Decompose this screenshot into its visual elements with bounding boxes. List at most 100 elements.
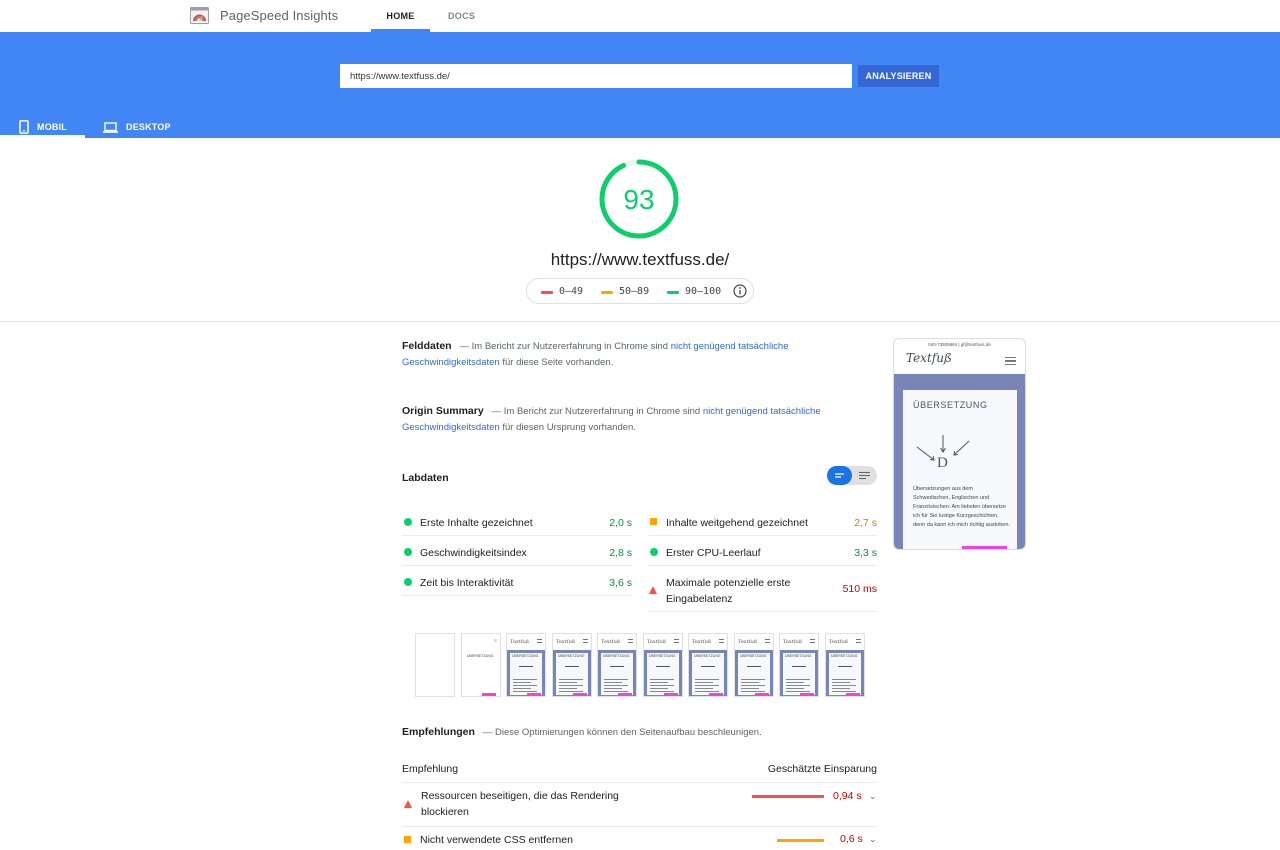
origin-summary-section: Origin Summary — Im Bericht zur Nutzerer…	[402, 403, 832, 436]
metric-value: 3,6 s	[609, 577, 632, 589]
hamburger-menu-icon	[719, 639, 724, 643]
hamburger-menu-icon	[537, 639, 542, 643]
filmstrip-frame: Textfuß ÜBERSETZUNG	[825, 633, 865, 697]
thumb-heading: ÜBERSETZUNG	[467, 654, 494, 658]
brand-title: PageSpeed Insights	[220, 8, 339, 23]
url-input[interactable]	[340, 64, 852, 88]
analyze-button[interactable]: ANALYSIEREN	[858, 65, 939, 87]
recommendation-label: Ressourcen beseitigen, die das Rendering…	[421, 788, 619, 820]
filmstrip-frame: Textfuß ÜBERSETZUNG	[779, 633, 819, 697]
translation-arrows-icon: D	[916, 435, 970, 471]
tab-mobile-label: MOBIL	[37, 122, 67, 132]
thumb-heading: ÜBERSETZUNG	[740, 654, 767, 658]
metric-label: Erste Inhalte gezeichnet	[420, 517, 533, 529]
thumb-heading: ÜBERSETZUNG	[694, 654, 721, 658]
smartphone-icon	[19, 120, 29, 134]
preview-body-text: Übersetzungen aus dem Schwedischen, Engl…	[913, 486, 1010, 528]
list-view-icon	[835, 473, 844, 478]
thumb-heading: ÜBERSETZUNG	[785, 654, 812, 658]
metric-value: 2,0 s	[609, 517, 632, 529]
field-data-text-end: für diese Seite vorhanden.	[499, 357, 614, 368]
origin-summary-title: Origin Summary	[402, 405, 484, 417]
metric-label-line-1: Maximale potenzielle erste	[666, 577, 791, 589]
hamburger-menu-icon	[628, 639, 633, 643]
thumb-heading: ÜBERSETZUNG	[831, 654, 858, 658]
toggle-list-view[interactable]	[827, 466, 852, 485]
chevron-down-icon[interactable]: ⌄	[869, 791, 877, 802]
filmstrip-frame	[415, 633, 455, 697]
thumb-logo: Textfuß	[738, 639, 758, 645]
field-data-text: — Im Bericht zur Nutzererfahrung in Chro…	[459, 341, 671, 352]
recommendation-row-unused-css[interactable]: Nicht verwendete CSS entfernen 0,6 s ⌄	[402, 827, 877, 850]
thumb-heading: ÜBERSETZUNG	[558, 654, 585, 658]
metric-first-cpu-idle: Erster CPU-Leerlauf 3,3 s	[648, 536, 877, 566]
recommendations-header: Empfehlungen — Diese Optimierungen könne…	[402, 726, 762, 738]
recommendation-label-line-1: Ressourcen beseitigen, die das Rendering	[421, 790, 619, 802]
filmstrip-frame: Textfuß ÜBERSETZUNG	[506, 633, 546, 697]
field-data-section: Felddaten — Im Bericht zur Nutzererfahru…	[402, 338, 832, 371]
thumb-heading: ÜBERSETZUNG	[512, 654, 539, 658]
thumb-logo: Textfuß	[692, 639, 712, 645]
info-icon[interactable]	[733, 284, 747, 298]
thumb-logo: Textfuß	[601, 639, 621, 645]
average-indicator-icon	[650, 518, 657, 525]
hamburger-menu-icon	[765, 639, 770, 643]
fail-indicator-icon	[404, 800, 412, 808]
chevron-down-icon[interactable]: ⌄	[869, 834, 877, 845]
savings-bar	[752, 795, 824, 798]
pass-indicator-icon	[404, 548, 412, 556]
fail-indicator-icon	[649, 586, 657, 594]
thumb-heading: ÜBERSETZUNG	[603, 654, 630, 658]
origin-summary-link[interactable]: nicht genügend tatsächliche	[703, 406, 821, 417]
metric-label: Zeit bis Interaktivität	[420, 577, 514, 589]
legend-fail-label: 0–49	[559, 286, 584, 297]
metric-max-potential-fid: Maximale potenzielle erste Eingabelatenz…	[648, 566, 877, 612]
preview-logo: Textfuß	[906, 351, 952, 365]
metric-value: 3,3 s	[854, 547, 877, 559]
metric-label: Erster CPU-Leerlauf	[666, 547, 761, 559]
savings-value: 0,94 s	[833, 790, 862, 802]
thumb-logo: Textfuß	[783, 639, 803, 645]
tab-docs[interactable]: DOCS	[448, 11, 475, 21]
origin-summary-link-2[interactable]: Geschwindigkeitsdaten	[402, 422, 500, 433]
recommendations-subtitle: — Diese Optimierungen können den Seitena…	[482, 727, 762, 738]
hamburger-menu-icon	[856, 639, 861, 643]
preview-contact-line: 040-73509964 | gf@textfuss.de	[928, 342, 991, 347]
thumb-heading: ÜBERSETZUNG	[649, 654, 676, 658]
pass-indicator-icon	[404, 518, 412, 526]
metric-label: Geschwindigkeitsindex	[420, 547, 527, 559]
score-legend: 0–49 50–89 90–100	[526, 278, 754, 304]
final-screenshot-preview: 040-73509964 | gf@textfuss.de Textfuß ÜB…	[893, 338, 1026, 550]
recommendation-label: Nicht verwendete CSS entfernen	[420, 834, 573, 846]
tab-mobile-indicator	[0, 135, 85, 138]
legend-fail-bar	[541, 291, 553, 294]
average-indicator-icon	[404, 836, 411, 843]
thumb-logo: Textfuß	[647, 639, 667, 645]
preview-heading: ÜBERSETZUNG	[913, 400, 988, 410]
detail-view-icon[interactable]	[852, 466, 877, 485]
filmstrip-frame: Textfuß ÜBERSETZUNG	[734, 633, 774, 697]
hamburger-menu-icon	[674, 639, 679, 643]
savings-value: 0,6 s	[840, 833, 863, 845]
legend-average-label: 50–89	[619, 286, 650, 297]
metric-first-meaningful-paint: Inhalte weitgehend gezeichnet 2,7 s	[648, 506, 877, 536]
filmstrip-frame: Textfuß ÜBERSETZUNG	[597, 633, 637, 697]
svg-text:D: D	[937, 455, 948, 471]
column-header-savings: Geschätzte Einsparung	[767, 763, 877, 775]
thumb-logo: Textfuß	[829, 639, 849, 645]
section-divider	[0, 321, 1280, 322]
metrics-view-toggle[interactable]	[827, 466, 877, 485]
thumb-logo: Textfuß	[510, 639, 530, 645]
tab-desktop[interactable]: DESKTOP	[103, 116, 171, 138]
field-data-link[interactable]: nicht genügend tatsächliche	[671, 341, 789, 352]
legend-average-bar	[601, 291, 613, 294]
filmstrip-frame: ÜBERSETZUNG ≡	[461, 633, 501, 697]
recommendation-row-render-blocking[interactable]: Ressourcen beseitigen, die das Rendering…	[402, 783, 877, 826]
top-navigation: PageSpeed Insights HOME DOCS	[0, 0, 1280, 32]
field-data-link-2[interactable]: Geschwindigkeitsdaten	[402, 357, 500, 368]
pass-indicator-icon	[650, 548, 658, 556]
pagespeed-logo-icon[interactable]	[190, 7, 209, 24]
analyzed-url: https://www.textfuss.de/	[550, 250, 730, 269]
recommendation-label-line-2: blockieren	[421, 806, 469, 818]
tab-home[interactable]: HOME	[371, 11, 430, 21]
